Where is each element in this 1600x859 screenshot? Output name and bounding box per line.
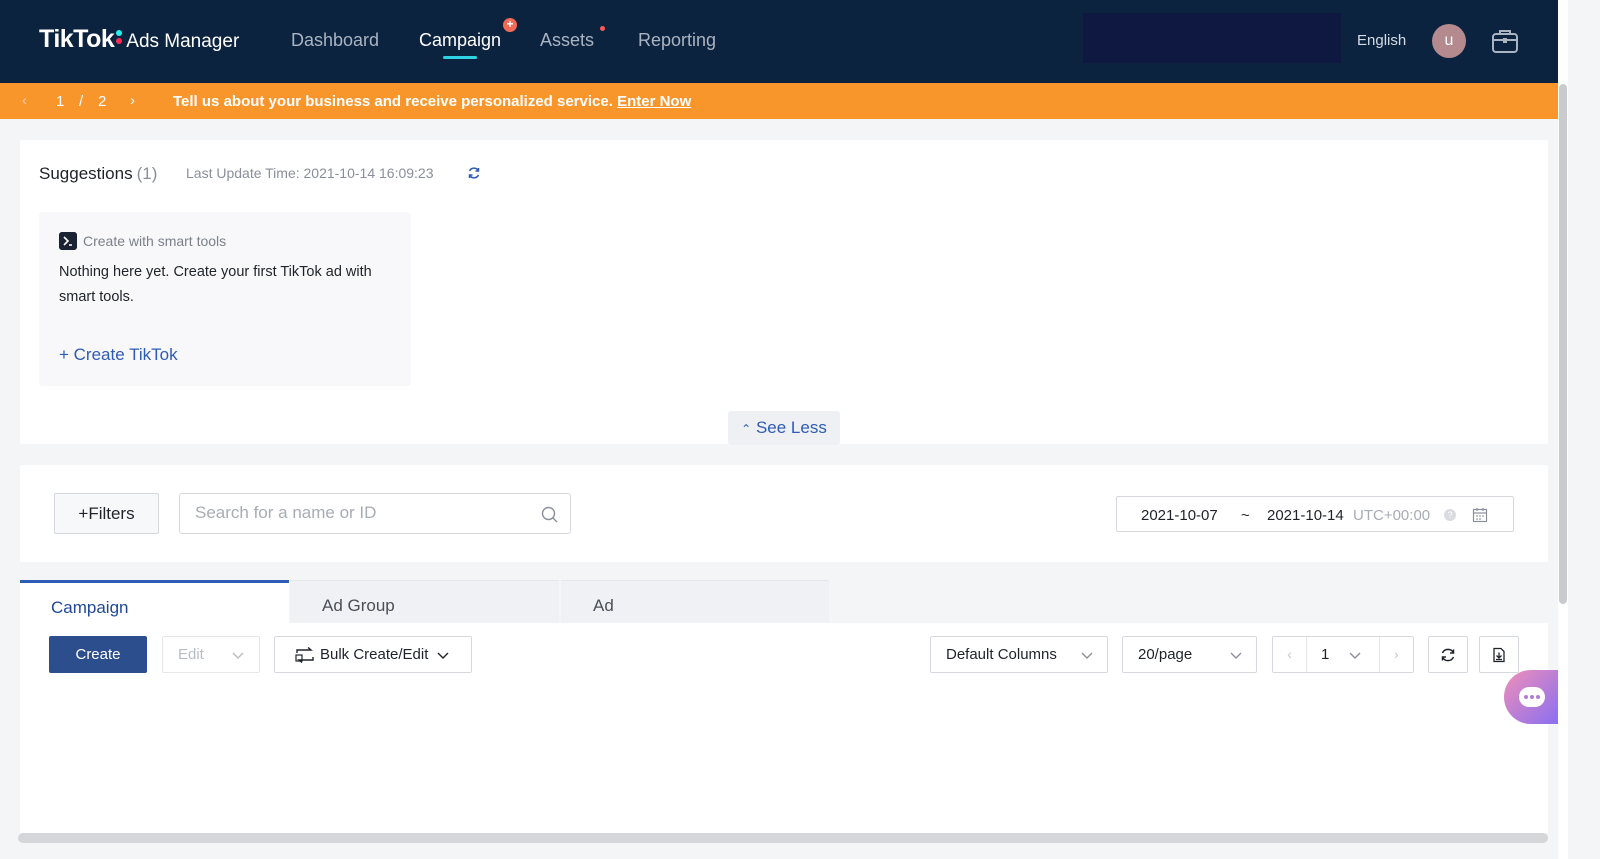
smart-tools-icon (59, 232, 77, 250)
nav-dashboard[interactable]: Dashboard (291, 30, 379, 51)
banner-prev-icon[interactable]: ‹ (22, 92, 27, 109)
page-size-value: 20/page (1138, 646, 1193, 663)
refresh-button[interactable] (1428, 636, 1468, 673)
suggestions-title: Suggestions (1) (39, 164, 157, 184)
banner-message: Tell us about your business and receive … (173, 93, 691, 110)
tab-campaign[interactable]: Campaign (20, 580, 289, 623)
chevron-down-icon (437, 652, 449, 659)
banner-total-pages: 2 (98, 93, 107, 110)
campaign-table-panel: Create Edit Bulk Create/Edit Default Col… (20, 623, 1548, 833)
page-size-select[interactable]: 20/page (1122, 636, 1257, 673)
bulk-edit-icon (295, 647, 314, 663)
bulk-label: Bulk Create/Edit (320, 646, 429, 663)
nav-campaign[interactable]: Campaign + (419, 18, 518, 59)
export-button[interactable] (1479, 636, 1519, 673)
logo-main-text: TikTok (39, 25, 115, 53)
export-icon (1493, 647, 1505, 663)
suggestions-count: (1) (136, 164, 158, 183)
suggestions-panel: Suggestions (1) Last Update Time: 2021-10… (20, 140, 1548, 445)
date-start: 2021-10-07 (1141, 507, 1218, 524)
banner-current-page: 1 (56, 93, 65, 110)
chat-support-button[interactable] (1504, 670, 1558, 724)
logo-dot-icon (116, 38, 123, 44)
assets-notification-dot (600, 26, 606, 31)
logo-sub-text: Ads Manager (126, 31, 240, 52)
double-chevron-up-icon: ⌃ (741, 422, 752, 436)
create-tiktok-link[interactable]: + Create TikTok (59, 345, 178, 365)
banner-page-separator: / (79, 93, 84, 110)
user-avatar[interactable]: u (1432, 24, 1466, 58)
pagination: ‹ 1 › (1272, 636, 1414, 673)
horizontal-scrollbar[interactable] (18, 833, 1548, 843)
calendar-icon[interactable] (1472, 507, 1488, 523)
nav-assets-label: Assets (540, 30, 595, 50)
bulk-create-edit-dropdown[interactable]: Bulk Create/Edit (274, 636, 472, 673)
edit-label: Edit (178, 646, 204, 663)
banner-enter-now-link[interactable]: Enter Now (617, 93, 691, 110)
language-selector[interactable]: English (1357, 32, 1406, 49)
search-field[interactable] (179, 493, 571, 534)
create-button[interactable]: Create (49, 636, 147, 673)
nav-assets[interactable]: Assets (540, 26, 606, 51)
suggestions-title-text: Suggestions (39, 164, 133, 183)
timezone-label: UTC+00:00 (1353, 507, 1431, 524)
date-separator: ~ (1241, 507, 1250, 524)
campaign-plus-badge: + (503, 18, 518, 32)
add-filters-button[interactable]: +Filters (54, 493, 159, 534)
chevron-down-icon (232, 652, 244, 659)
last-update-time: Last Update Time: 2021-10-14 16:09:23 (186, 165, 434, 181)
app-logo[interactable]: TikTok Ads Manager (39, 25, 239, 54)
tab-ad[interactable]: Ad (561, 580, 829, 623)
help-icon[interactable]: ? (1444, 509, 1456, 521)
smart-tools-description: Nothing here yet. Create your first TikT… (59, 264, 372, 305)
see-less-button[interactable]: ⌃ See Less (728, 411, 840, 445)
tab-ad-label: Ad (593, 596, 614, 615)
smart-tools-card: Create with smart tools Nothing here yet… (39, 212, 411, 386)
current-page[interactable]: 1 (1321, 646, 1329, 663)
date-end: 2021-10-14 (1267, 507, 1344, 524)
search-icon[interactable] (541, 506, 558, 523)
next-page-button[interactable]: › (1379, 637, 1413, 672)
nav-reporting[interactable]: Reporting (638, 30, 716, 51)
search-input[interactable] (195, 494, 535, 532)
tab-ad-group-label: Ad Group (322, 596, 395, 615)
edit-dropdown[interactable]: Edit (162, 636, 260, 673)
columns-select[interactable]: Default Columns (930, 636, 1108, 673)
refresh-icon (1441, 648, 1455, 662)
prev-page-button[interactable]: ‹ (1273, 637, 1307, 672)
account-selector[interactable] (1083, 13, 1341, 63)
columns-value: Default Columns (946, 646, 1057, 663)
banner-next-icon[interactable]: › (130, 92, 135, 109)
date-range-picker[interactable]: 2021-10-07 ~ 2021-10-14 UTC+00:00 ? (1116, 496, 1514, 532)
chevron-down-icon[interactable] (1349, 652, 1361, 660)
smart-tools-title: Create with smart tools (83, 233, 227, 249)
briefcase-icon[interactable] (1490, 26, 1520, 56)
page-scrollbar-thumb[interactable] (1559, 84, 1567, 604)
chevron-down-icon (1230, 652, 1242, 659)
refresh-suggestions-icon[interactable] (467, 166, 481, 180)
announcement-banner: ‹ 1 / 2 › Tell us about your business an… (0, 83, 1558, 119)
nav-campaign-label: Campaign (419, 30, 502, 50)
banner-message-text: Tell us about your business and receive … (173, 93, 613, 110)
see-less-label: See Less (755, 418, 827, 437)
tab-ad-group[interactable]: Ad Group (290, 580, 559, 623)
top-navigation: TikTok Ads Manager Dashboard Campaign + … (0, 0, 1558, 83)
tab-campaign-label: Campaign (51, 598, 129, 617)
active-tab-underline (443, 56, 477, 59)
chat-bubble-icon (1519, 687, 1545, 707)
filter-bar: +Filters 2021-10-07 ~ 2021-10-14 UTC+00:… (20, 465, 1548, 562)
chevron-down-icon (1081, 652, 1093, 659)
